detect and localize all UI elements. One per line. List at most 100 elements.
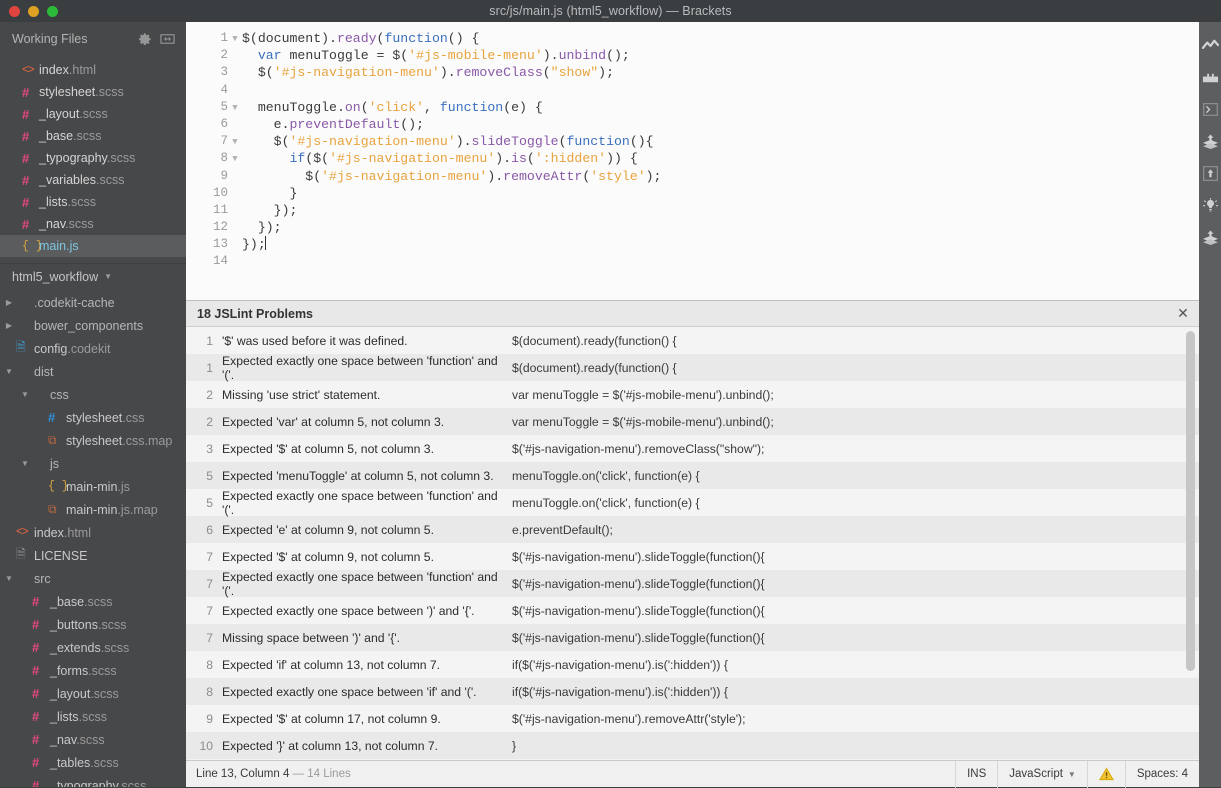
working-file-item[interactable]: # stylesheet.scss [0, 81, 186, 103]
indent-setting[interactable]: Spaces: 4 [1124, 760, 1199, 788]
problem-row[interactable]: 7 Expected exactly one space between 'fun… [186, 570, 1199, 598]
tree-file-item[interactable]: # _buttons.scss [0, 613, 186, 636]
tree-file-item[interactable]: # _base.scss [0, 590, 186, 613]
tree-folder-item[interactable]: ▼ css [0, 383, 186, 406]
problem-row[interactable]: 5 Expected 'menuToggle' at column 5, not … [186, 462, 1199, 489]
line-number: 12 [212, 220, 228, 235]
working-file-item[interactable]: # _typography.scss [0, 147, 186, 169]
status-bar: Line 13, Column 4 — 14 Lines INS JavaScr… [186, 760, 1199, 788]
live-preview-icon[interactable] [1201, 36, 1219, 54]
code-editor[interactable]: 1 ▼ $(document).ready(function() {2 var me… [186, 22, 1199, 300]
chevron-down-icon[interactable]: ▼ [2, 367, 16, 376]
gear-icon[interactable] [134, 28, 156, 50]
tree-file-item[interactable]: # _layout.scss [0, 682, 186, 705]
scss-file-icon: # [22, 172, 30, 188]
code-line: 2 var menuToggle = $('#js-mobile-menu').… [186, 47, 1199, 64]
working-file-name: _layout.scss [39, 107, 108, 121]
tree-file-item[interactable]: ⧉ main-min.js.map [0, 498, 186, 521]
tree-folder-item[interactable]: ▼ js [0, 452, 186, 475]
scss-file-icon: # [32, 594, 40, 609]
problem-row[interactable]: 7 Expected exactly one space between ')' … [186, 597, 1199, 624]
code-fold-icon[interactable]: ▼ [228, 30, 242, 47]
tree-file-item[interactable]: # _lists.scss [0, 705, 186, 728]
tree-item-name: _nav.scss [50, 732, 105, 747]
chevron-down-icon[interactable]: ▼ [18, 390, 32, 399]
extension-manager-icon[interactable] [1201, 68, 1219, 86]
tree-file-item[interactable]: # stylesheet.css [0, 406, 186, 429]
split-view-icon[interactable] [156, 28, 178, 50]
warning-triangle-icon[interactable] [1086, 760, 1125, 788]
working-file-item[interactable]: # _base.scss [0, 125, 186, 147]
working-file-item[interactable]: # _lists.scss [0, 191, 186, 213]
working-file-item[interactable]: { } main.js [0, 235, 186, 257]
problem-row[interactable]: 1 Expected exactly one space between 'fun… [186, 354, 1199, 382]
tree-file-item[interactable]: <> index.html [0, 521, 186, 544]
chevron-right-icon[interactable]: ▶ [2, 321, 16, 330]
code-fold-icon[interactable]: ▼ [228, 150, 242, 167]
close-icon[interactable]: ✕ [1167, 301, 1199, 327]
tree-item-ext: .js [117, 479, 130, 494]
problem-row[interactable]: 3 Expected '$' at column 5, not column 3.… [186, 435, 1199, 462]
line-count-separator: — [292, 768, 308, 780]
working-file-name: index.html [39, 63, 96, 77]
problem-row[interactable]: 6 Expected 'e' at column 9, not column 5.… [186, 516, 1199, 543]
window-title: src/js/main.js (html5_workflow) — Bracke… [489, 4, 732, 18]
code-line: 6 e.preventDefault(); [186, 116, 1199, 133]
insert-mode-toggle[interactable]: INS [955, 760, 997, 788]
working-file-ext: .scss [106, 151, 136, 165]
working-file-item[interactable]: # _layout.scss [0, 103, 186, 125]
working-file-item[interactable]: <> index.html [0, 59, 186, 81]
problem-message: Expected '$' at column 17, not column 9. [222, 711, 441, 726]
problem-line-number: 2 [206, 414, 213, 429]
problems-scrollbar-thumb[interactable] [1186, 331, 1195, 671]
zoom-window-button[interactable] [47, 6, 58, 17]
problem-row[interactable]: 8 Expected exactly one space between 'if'… [186, 678, 1199, 705]
problem-code-snippet: $('#js-navigation-menu').slideToggle(fun… [512, 603, 765, 618]
code-fold-spacer [228, 47, 242, 64]
minimize-window-button[interactable] [28, 6, 39, 17]
problem-line-number: 7 [206, 603, 213, 618]
tree-folder-item[interactable]: ▼ dist [0, 360, 186, 383]
chevron-down-icon[interactable]: ▼ [18, 459, 32, 468]
tree-item-ext: .scss [76, 732, 105, 747]
upload-box-icon[interactable] [1201, 164, 1219, 182]
working-file-item[interactable]: # _variables.scss [0, 169, 186, 191]
code-line-text: var menuToggle = $('#js-mobile-menu').un… [257, 48, 630, 64]
problem-row[interactable]: 2 Missing 'use strict' statement. var menu… [186, 381, 1199, 408]
tree-file-item[interactable]: # _nav.scss [0, 728, 186, 751]
problem-row[interactable]: 7 Missing space between ')' and '{'. $('#j… [186, 624, 1199, 651]
problem-row[interactable]: 8 Expected 'if' at column 13, not column … [186, 651, 1199, 678]
tree-file-item[interactable]: # _tables.scss [0, 751, 186, 774]
tree-file-item[interactable]: # _extends.scss [0, 636, 186, 659]
tree-file-item[interactable]: 🗎 config.codekit [0, 337, 186, 360]
tree-file-item[interactable]: # _forms.scss [0, 659, 186, 682]
problem-row[interactable]: 7 Expected '$' at column 9, not column 5.… [186, 543, 1199, 570]
tree-folder-item[interactable]: ▶ bower_components [0, 314, 186, 337]
chevron-down-icon[interactable]: ▼ [2, 574, 16, 583]
language-selector[interactable]: JavaScript ▼ [997, 760, 1087, 788]
tree-file-item[interactable]: { } main-min.js [0, 475, 186, 498]
problems-scrollbar[interactable] [1186, 331, 1195, 751]
lightbulb-icon[interactable] [1201, 196, 1219, 214]
problem-row[interactable]: 2 Expected 'var' at column 5, not column … [186, 408, 1199, 435]
problem-row[interactable]: 9 Expected '$' at column 17, not column 9… [186, 705, 1199, 732]
tree-file-item[interactable]: # _typography.scss [0, 774, 186, 787]
close-window-button[interactable] [9, 6, 20, 17]
tree-folder-item[interactable]: ▼ src [0, 567, 186, 590]
console-icon[interactable] [1201, 100, 1219, 118]
window-controls [9, 6, 58, 17]
tree-file-item[interactable]: ⧉ stylesheet.css.map [0, 429, 186, 452]
working-file-item[interactable]: # _nav.scss [0, 213, 186, 235]
line-number: 10 [212, 185, 228, 200]
upload-stack-icon[interactable] [1201, 132, 1219, 150]
code-fold-icon[interactable]: ▼ [228, 133, 242, 150]
problem-row[interactable]: 5 Expected exactly one space between 'fun… [186, 489, 1199, 517]
problem-row[interactable]: 10 Expected '}' at column 13, not column … [186, 732, 1199, 759]
chevron-right-icon[interactable]: ▶ [2, 298, 16, 307]
tree-file-item[interactable]: 🗎 LICENSE [0, 544, 186, 567]
tree-folder-item[interactable]: ▶ .codekit-cache [0, 291, 186, 314]
code-fold-icon[interactable]: ▼ [228, 99, 242, 116]
layers-upload-icon[interactable] [1201, 228, 1219, 246]
project-header[interactable]: html5_workflow ▼ [0, 263, 186, 289]
problem-row[interactable]: 1 '$' was used before it was defined. $(do… [186, 327, 1199, 354]
